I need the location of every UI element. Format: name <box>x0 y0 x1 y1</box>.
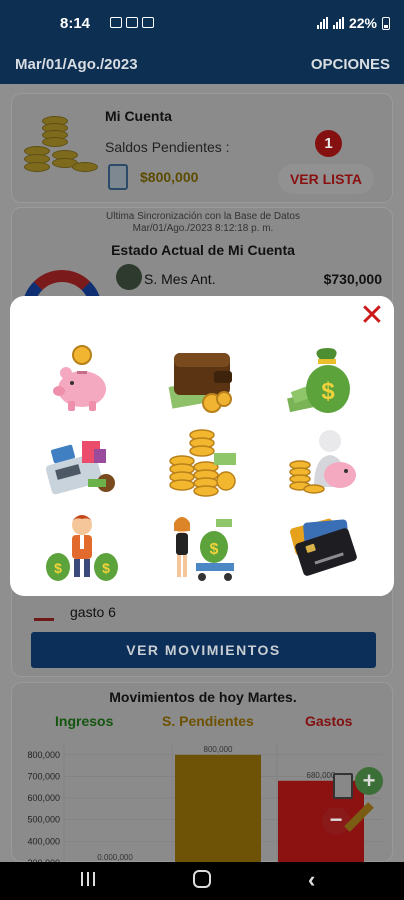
bar-data-label: 0.000,000 <box>97 853 133 862</box>
legend-expenses: Gastos <box>305 713 353 729</box>
account-card: Mi Cuenta Saldos Pendientes : $800,000 1… <box>11 93 393 203</box>
y-tick-label: 800,000 <box>27 750 60 760</box>
coin-stacks-option[interactable] <box>142 422 262 506</box>
icon-grid: $ $ $ $ <box>22 338 382 590</box>
savings-person-icon <box>289 430 356 494</box>
piggy-bank-option[interactable] <box>22 338 142 422</box>
document-icon <box>108 164 128 190</box>
signal-icon <box>316 17 328 29</box>
coin-stacks-icon <box>169 429 236 497</box>
status-time: 8:14 <box>60 15 91 32</box>
close-icon[interactable]: ✕ <box>358 301 386 331</box>
notification-icon <box>142 17 154 28</box>
home-button[interactable] <box>193 870 211 888</box>
legend-pending: S. Pendientes <box>162 713 254 729</box>
movements-chart-card: Movimientos de hoy Martes. Ingresos S. P… <box>11 682 393 863</box>
notification-icon <box>110 17 122 28</box>
svg-text:$: $ <box>210 541 219 558</box>
add-income-button[interactable]: + <box>355 767 383 795</box>
piggy-bank-icon <box>53 345 106 411</box>
document-icon <box>333 773 353 799</box>
y-tick-label: 500,000 <box>27 815 60 825</box>
system-indicators: 22% <box>316 15 390 31</box>
movements-bar-chart: 800,000700,000600,000500,000400,000300,0… <box>27 744 382 863</box>
view-list-button[interactable]: VER LISTA <box>278 164 374 194</box>
sync-label: Ultima Sincronización con la Base de Dat… <box>106 211 300 222</box>
status-bar: 8:14 22% <box>0 0 404 46</box>
savings-person-option[interactable] <box>262 422 382 506</box>
pending-balance-amount: $800,000 <box>140 169 199 185</box>
back-button[interactable]: ‹ <box>308 867 315 893</box>
legend-income: Ingresos <box>55 713 114 729</box>
pending-balance-label: Saldos Pendientes : <box>105 139 230 155</box>
svg-text:$: $ <box>321 378 335 405</box>
chart-title: Movimientos de hoy Martes. <box>109 689 297 705</box>
prev-month-value: $730,000 <box>323 271 382 287</box>
credit-cards-option[interactable] <box>262 506 382 590</box>
cash-register-option[interactable] <box>22 422 142 506</box>
bar-2 <box>175 754 261 863</box>
woman-money-cart-icon: $ <box>174 517 234 581</box>
current-date: Mar/01/Ago./2023 <box>15 56 138 73</box>
businessman-money-bags-icon: $ $ <box>46 515 118 581</box>
woman-money-cart-option[interactable]: $ <box>142 506 262 590</box>
sync-timestamp: Mar/01/Ago./2023 8:12:18 p. m. <box>132 223 274 234</box>
y-tick-label: 700,000 <box>27 771 60 781</box>
pending-count-badge: 1 <box>315 130 342 157</box>
prev-month-label: S. Mes Ant. <box>144 271 216 287</box>
system-nav-bar: ‹ <box>0 862 404 900</box>
notification-icon <box>126 17 138 28</box>
account-title: Mi Cuenta <box>105 108 172 124</box>
credit-cards-icon <box>290 518 357 576</box>
expense-item-label: gasto 6 <box>70 604 116 620</box>
expense-icon <box>34 601 54 621</box>
svg-text:$: $ <box>102 560 110 576</box>
y-tick-label: 600,000 <box>27 793 60 803</box>
globe-icon <box>116 264 142 290</box>
wallet-icon <box>168 353 232 413</box>
status-title: Estado Actual de Mi Cuenta <box>111 242 295 258</box>
category-picker-dialog: ✕ $ $ $ $ <box>10 296 394 596</box>
money-bag-option[interactable]: $ <box>262 338 382 422</box>
view-movements-button[interactable]: VER MOVIMIENTOS <box>31 632 376 668</box>
wallet-option[interactable] <box>142 338 262 422</box>
options-button[interactable]: OPCIONES <box>311 56 390 73</box>
battery-percent: 22% <box>348 15 377 31</box>
bar-data-label: 680,000 <box>307 771 336 780</box>
recents-button[interactable] <box>81 872 95 886</box>
signal-icon <box>332 17 344 29</box>
y-tick-label: 400,000 <box>27 836 60 846</box>
coins-icon <box>22 114 102 179</box>
money-bag-icon: $ <box>287 348 350 413</box>
cash-register-icon <box>45 441 115 495</box>
app-bar: Mar/01/Ago./2023 OPCIONES <box>0 46 404 84</box>
notification-icons <box>110 17 154 28</box>
add-expense-button[interactable]: − <box>322 807 350 835</box>
svg-text:$: $ <box>54 560 62 576</box>
businessman-money-bags-option[interactable]: $ $ <box>22 506 142 590</box>
battery-icon <box>382 16 390 30</box>
bar-data-label: 800,000 <box>204 745 233 754</box>
